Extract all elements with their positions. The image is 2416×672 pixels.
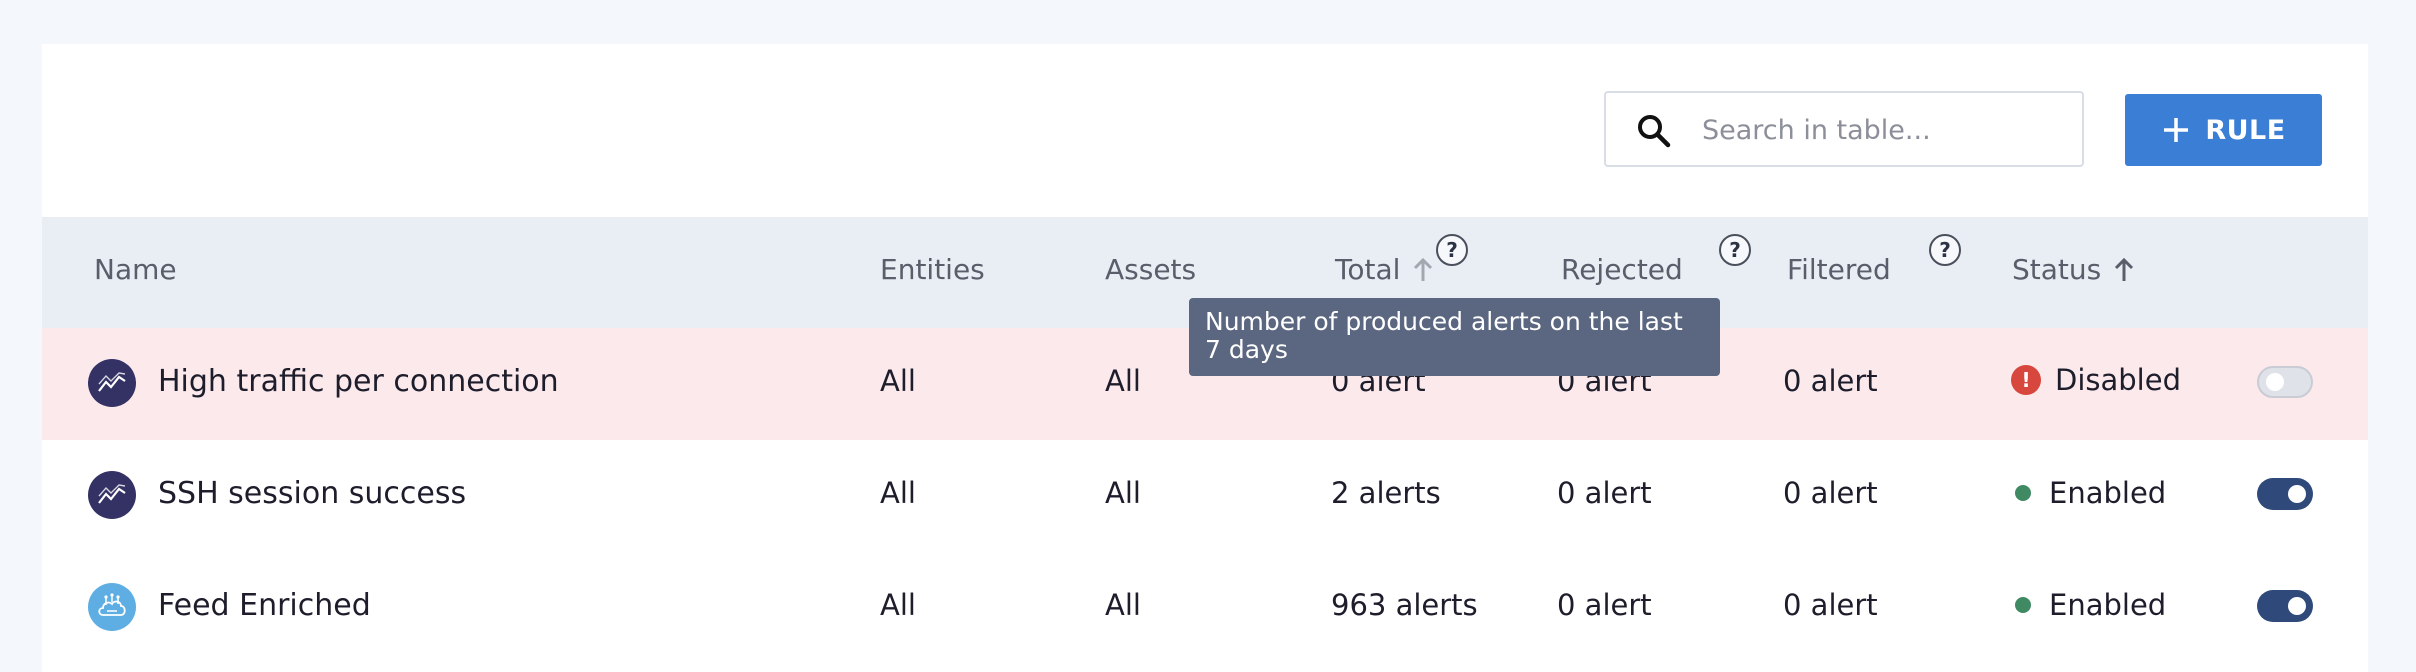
column-header-status[interactable]: Status xyxy=(2012,253,2135,286)
status-label: Enabled xyxy=(2049,588,2167,622)
status-badge: ! Disabled xyxy=(2011,363,2181,397)
total-cell: 963 alerts xyxy=(1331,588,1478,622)
search-input[interactable] xyxy=(1700,103,2064,157)
toggle-knob xyxy=(2288,597,2306,615)
status-dot xyxy=(2015,597,2031,613)
filtered-cell: 0 alert xyxy=(1783,588,1878,622)
trend-chart-icon xyxy=(88,471,136,519)
cloud-network-icon xyxy=(88,583,136,631)
table-row[interactable]: Feed Enriched All All 963 alerts 0 alert… xyxy=(42,552,2368,664)
entities-cell: All xyxy=(880,588,916,622)
entities-cell: All xyxy=(880,476,916,510)
sort-arrow-icon[interactable] xyxy=(2113,257,2135,283)
sort-arrow-icon[interactable] xyxy=(1412,257,1434,283)
search-box[interactable] xyxy=(1604,91,2084,167)
assets-cell: All xyxy=(1105,476,1141,510)
status-label: Disabled xyxy=(2055,363,2181,397)
status-label: Enabled xyxy=(2049,476,2167,510)
rule-name[interactable]: Feed Enriched xyxy=(158,588,371,623)
rejected-cell: 0 alert xyxy=(1557,476,1652,510)
table-row[interactable]: SSH session success All All 2 alerts 0 a… xyxy=(42,440,2368,552)
column-header-name[interactable]: Name xyxy=(94,253,177,286)
status-badge: Enabled xyxy=(2011,588,2166,622)
filtered-cell: 0 alert xyxy=(1783,364,1878,398)
status-dot xyxy=(2015,485,2031,501)
column-header-assets[interactable]: Assets xyxy=(1105,253,1196,286)
help-icon-total[interactable]: ? xyxy=(1436,234,1468,266)
assets-cell: All xyxy=(1105,588,1141,622)
error-icon: ! xyxy=(2011,365,2041,395)
help-icon-filtered[interactable]: ? xyxy=(1929,234,1961,266)
trend-chart-icon xyxy=(88,359,136,407)
rule-name[interactable]: High traffic per connection xyxy=(158,364,559,399)
plus-icon xyxy=(2164,118,2189,142)
search-icon xyxy=(1638,115,1671,148)
enable-toggle[interactable] xyxy=(2257,590,2313,622)
help-icon-rejected[interactable]: ? xyxy=(1719,234,1751,266)
assets-cell: All xyxy=(1105,364,1141,398)
column-header-total[interactable]: Total xyxy=(1335,253,1434,286)
column-header-entities[interactable]: Entities xyxy=(880,253,985,286)
total-help-tooltip: Number of produced alerts on the last 7 … xyxy=(1189,298,1720,376)
toggle-knob xyxy=(2288,485,2306,503)
enable-toggle[interactable] xyxy=(2257,478,2313,510)
add-rule-label: RULE xyxy=(2205,114,2286,146)
column-header-rejected[interactable]: Rejected xyxy=(1561,253,1683,286)
column-header-filtered[interactable]: Filtered xyxy=(1787,253,1891,286)
rule-name[interactable]: SSH session success xyxy=(158,476,466,511)
add-rule-button[interactable]: RULE xyxy=(2125,94,2322,166)
enable-toggle[interactable] xyxy=(2257,366,2313,398)
rejected-cell: 0 alert xyxy=(1557,588,1652,622)
status-badge: Enabled xyxy=(2011,476,2166,510)
total-cell: 2 alerts xyxy=(1331,476,1441,510)
entities-cell: All xyxy=(880,364,916,398)
toggle-knob xyxy=(2266,373,2284,391)
filtered-cell: 0 alert xyxy=(1783,476,1878,510)
